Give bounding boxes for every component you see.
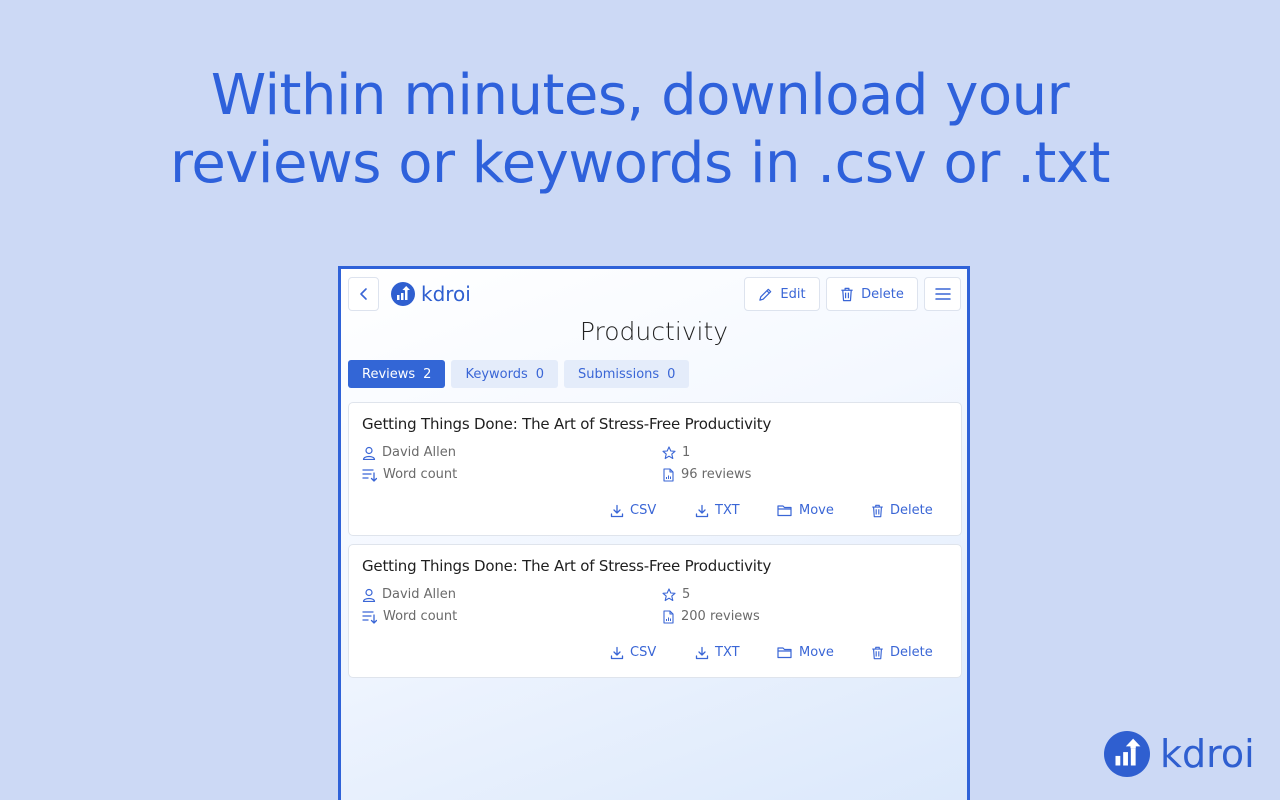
author: David Allen — [362, 445, 456, 460]
document-chart-icon — [663, 609, 674, 624]
trash-icon — [872, 646, 883, 659]
folder-icon — [777, 505, 792, 517]
pencil-icon — [759, 288, 772, 301]
review-card: Getting Things Done: The Art of Stress-F… — [348, 544, 962, 678]
move-label: Move — [799, 503, 834, 518]
tab-reviews[interactable]: Reviews 2 — [348, 360, 446, 388]
tab-keywords[interactable]: Keywords 0 — [451, 360, 559, 388]
trash-icon — [872, 504, 883, 517]
star-icon — [662, 445, 676, 459]
download-icon — [695, 504, 709, 517]
move-label: Move — [799, 645, 834, 660]
csv-label: CSV — [630, 503, 657, 518]
menu-button[interactable] — [924, 277, 961, 311]
rating-value: 1 — [682, 445, 691, 460]
user-icon — [362, 446, 376, 460]
download-icon — [610, 646, 624, 659]
rating: 1 — [662, 445, 690, 460]
rating: 5 — [662, 587, 690, 602]
word-count: Word count — [362, 609, 457, 624]
rating-value: 5 — [682, 587, 691, 602]
delete-list-button[interactable]: Delete — [826, 277, 918, 311]
kdroi-logo-icon — [391, 282, 415, 306]
logo-text: kdroi — [421, 282, 471, 306]
folder-icon — [777, 647, 792, 659]
headline: Within minutes, download your reviews or… — [0, 62, 1280, 198]
tab-bar: Reviews 2 Keywords 0 Submissions 0 — [348, 360, 690, 388]
card-title: Getting Things Done: The Art of Stress-F… — [362, 557, 772, 575]
app-logo: kdroi — [391, 282, 471, 306]
kdroi-logo-icon — [1104, 731, 1150, 777]
card-actions: CSV TXT Move Delete — [349, 503, 961, 525]
txt-label: TXT — [715, 503, 740, 518]
user-icon — [362, 588, 376, 602]
document-chart-icon — [663, 467, 674, 482]
tab-count: 0 — [535, 366, 545, 382]
edit-button[interactable]: Edit — [744, 277, 820, 311]
review-count: 96 reviews — [662, 467, 751, 482]
chevron-left-icon — [359, 288, 367, 300]
review-count-label: 96 reviews — [681, 467, 752, 482]
download-csv-button[interactable]: CSV — [610, 503, 656, 518]
app-window: kdroi Edit Delete Productivity Reviews 2… — [338, 266, 970, 800]
brand-logo-text: kdroi — [1160, 732, 1255, 776]
author-name: David Allen — [382, 445, 457, 460]
delete-button[interactable]: Delete — [871, 503, 933, 518]
star-icon — [662, 587, 676, 601]
word-count-label: Word count — [383, 467, 458, 482]
download-txt-button[interactable]: TXT — [695, 503, 740, 518]
download-icon — [695, 646, 709, 659]
download-txt-button[interactable]: TXT — [695, 645, 740, 660]
move-button[interactable]: Move — [777, 503, 834, 518]
move-button[interactable]: Move — [777, 645, 834, 660]
delete-label: Delete — [890, 645, 933, 660]
txt-label: TXT — [715, 645, 740, 660]
tab-submissions[interactable]: Submissions 0 — [564, 360, 690, 388]
card-actions: CSV TXT Move Delete — [349, 645, 961, 667]
author-name: David Allen — [382, 587, 457, 602]
hamburger-menu-icon — [934, 288, 951, 300]
author: David Allen — [362, 587, 456, 602]
word-count-label: Word count — [383, 609, 458, 624]
headline-line-1: Within minutes, download your — [210, 63, 1070, 128]
review-count: 200 reviews — [662, 609, 760, 624]
tab-label: Submissions — [578, 366, 660, 382]
csv-label: CSV — [630, 645, 657, 660]
top-bar: kdroi Edit Delete — [341, 269, 967, 319]
delete-label: Delete — [890, 503, 933, 518]
tab-count: 0 — [667, 366, 676, 382]
brand-logo: kdroi — [1104, 731, 1255, 777]
tab-label: Reviews — [362, 366, 416, 382]
download-csv-button[interactable]: CSV — [610, 645, 656, 660]
back-button[interactable] — [348, 277, 379, 311]
review-count-label: 200 reviews — [681, 609, 760, 624]
page-title: Productivity — [579, 317, 729, 346]
card-title: Getting Things Done: The Art of Stress-F… — [362, 415, 772, 433]
download-icon — [610, 504, 624, 517]
delete-button[interactable]: Delete — [871, 645, 933, 660]
edit-button-label: Edit — [780, 286, 806, 302]
tab-label: Keywords — [465, 366, 528, 382]
tab-count: 2 — [423, 366, 432, 382]
sort-lines-icon — [362, 468, 377, 482]
review-card: Getting Things Done: The Art of Stress-F… — [348, 402, 962, 536]
sort-lines-icon — [362, 610, 377, 624]
word-count: Word count — [362, 467, 457, 482]
delete-button-label: Delete — [861, 286, 904, 302]
trash-icon — [841, 287, 853, 301]
headline-line-2: reviews or keywords in .csv or .txt — [170, 131, 1110, 196]
